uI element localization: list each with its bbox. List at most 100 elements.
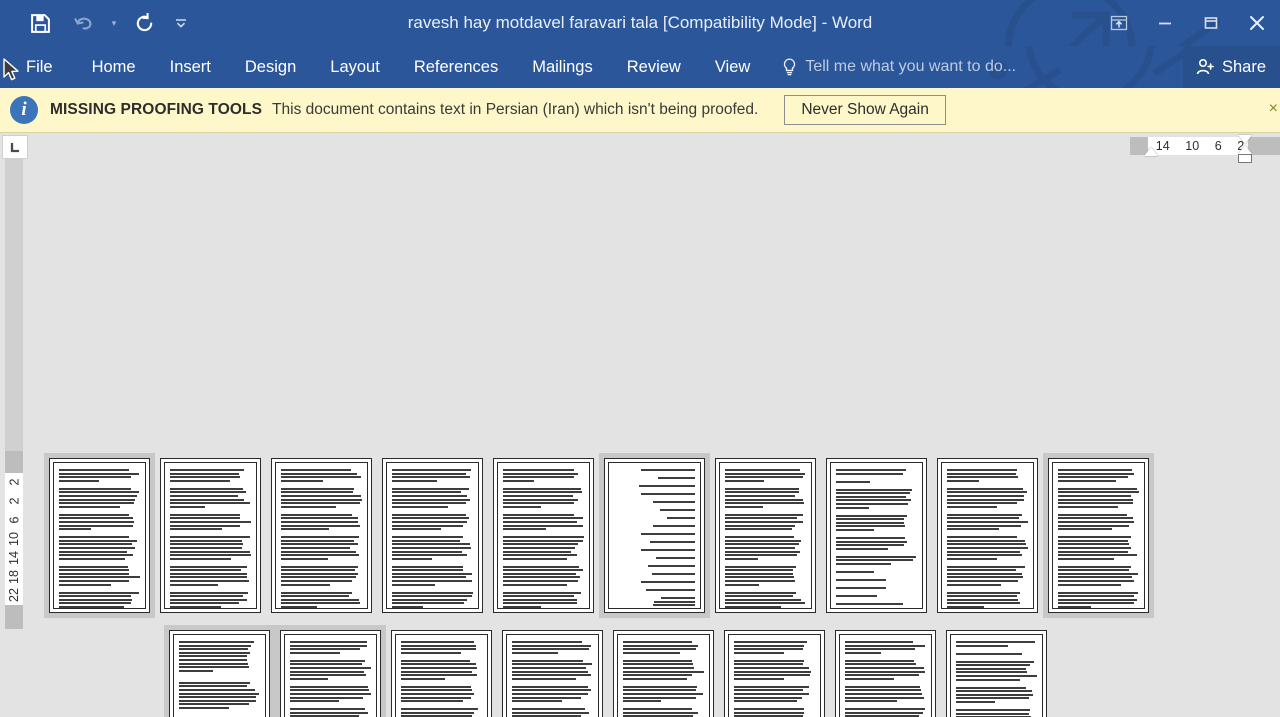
page-thumbnail-slot[interactable] xyxy=(488,453,599,618)
page-thumbnail-slot[interactable] xyxy=(497,625,608,717)
page-thumbnail[interactable] xyxy=(382,458,483,613)
text-line xyxy=(59,595,131,598)
page-thumbnail[interactable] xyxy=(169,630,270,717)
vertical-ruler-margin-bottom xyxy=(5,605,23,629)
text-line xyxy=(392,606,423,608)
close-button[interactable] xyxy=(1234,0,1280,46)
text-line xyxy=(725,539,802,542)
page-thumbnail-slot[interactable] xyxy=(44,453,155,618)
ribbon-display-options-button[interactable] xyxy=(1096,0,1142,46)
page-thumbnail[interactable] xyxy=(271,458,372,613)
text-line xyxy=(170,576,247,579)
page-thumbnail[interactable] xyxy=(946,630,1047,717)
text-line xyxy=(59,557,125,560)
horizontal-ruler[interactable]: 14 10 6 2 xyxy=(1130,133,1280,163)
title-bar: ▾ ravesh hay motdavel faravari tala [Com… xyxy=(0,0,1280,46)
page-thumbnail-grid[interactable] xyxy=(44,453,1266,717)
ribbon-tabs[interactable]: File Home Insert Design Layout Reference… xyxy=(0,46,767,88)
page-thumbnail[interactable] xyxy=(160,458,261,613)
page-thumbnail[interactable] xyxy=(613,630,714,717)
text-block xyxy=(614,485,695,487)
text-line xyxy=(845,674,920,677)
text-line xyxy=(170,469,245,471)
tab-view[interactable]: View xyxy=(698,46,767,88)
page-thumbnail-slot[interactable] xyxy=(164,625,275,717)
page-thumbnail[interactable] xyxy=(835,630,936,717)
left-indent-marker[interactable] xyxy=(1144,147,1158,156)
page-thumbnail-slot[interactable] xyxy=(941,625,1052,717)
text-line xyxy=(179,641,255,643)
undo-button[interactable] xyxy=(62,3,106,43)
first-line-indent-marker[interactable] xyxy=(1238,135,1252,144)
ribbon-tab-bar[interactable]: File Home Insert Design Layout Reference… xyxy=(0,46,1280,88)
message-bar-close-icon[interactable]: × xyxy=(1269,100,1278,118)
page-thumbnail[interactable] xyxy=(280,630,381,717)
maximize-button[interactable] xyxy=(1188,0,1234,46)
page-thumbnail[interactable] xyxy=(49,458,150,613)
page-thumbnail-slot[interactable] xyxy=(821,453,932,618)
undo-dropdown-arrow[interactable]: ▾ xyxy=(106,3,122,43)
page-thumbnail[interactable] xyxy=(604,458,705,613)
page-thumbnail[interactable] xyxy=(724,630,825,717)
tab-layout[interactable]: Layout xyxy=(313,46,397,88)
page-thumbnail-slot[interactable] xyxy=(275,625,386,717)
page-thumbnail-slot[interactable] xyxy=(155,453,266,618)
tab-references[interactable]: References xyxy=(397,46,515,88)
page-thumbnail[interactable] xyxy=(937,458,1038,613)
page-thumbnail-slot[interactable] xyxy=(719,625,830,717)
page-thumbnail-slot[interactable] xyxy=(830,625,941,717)
text-line xyxy=(836,499,912,502)
page-thumbnail[interactable] xyxy=(391,630,492,717)
tab-insert[interactable]: Insert xyxy=(153,46,228,88)
customize-qat-button[interactable] xyxy=(166,3,196,43)
text-line xyxy=(1058,543,1130,546)
text-line xyxy=(734,648,804,651)
text-line xyxy=(1058,505,1118,508)
text-block xyxy=(290,641,371,654)
save-button[interactable] xyxy=(18,3,62,43)
tab-home[interactable]: Home xyxy=(75,46,153,88)
window-controls[interactable] xyxy=(1096,0,1280,46)
page-thumbnail-slot[interactable] xyxy=(710,453,821,618)
tab-review[interactable]: Review xyxy=(610,46,698,88)
text-block xyxy=(614,469,695,471)
page-thumbnail[interactable] xyxy=(1048,458,1149,613)
share-button[interactable]: Share xyxy=(1182,46,1280,88)
tab-file[interactable]: File xyxy=(0,46,75,88)
page-thumbnail[interactable] xyxy=(715,458,816,613)
page-thumbnail-slot[interactable] xyxy=(1043,453,1154,618)
document-workspace[interactable]: 14 10 6 2 2 2 6 10 14 18 22 xyxy=(0,133,1280,717)
page-thumbnail-slot[interactable] xyxy=(266,453,377,618)
tab-design[interactable]: Design xyxy=(228,46,313,88)
text-line xyxy=(512,670,589,673)
text-block xyxy=(392,487,473,508)
text-line xyxy=(725,580,796,583)
right-indent-marker[interactable] xyxy=(1238,154,1252,163)
page-thumbnail-slot[interactable] xyxy=(932,453,1043,618)
page-thumbnail[interactable] xyxy=(826,458,927,613)
tab-mailings[interactable]: Mailings xyxy=(515,46,610,88)
text-block xyxy=(281,513,362,531)
page-thumbnail-slot[interactable] xyxy=(386,625,497,717)
never-show-again-button[interactable]: Never Show Again xyxy=(784,95,946,125)
page-thumbnail[interactable] xyxy=(502,630,603,717)
page-thumbnail[interactable] xyxy=(493,458,594,613)
page-thumbnail-slot[interactable] xyxy=(599,453,710,618)
page-thumbnail-slot[interactable] xyxy=(377,453,488,618)
page-thumbnail-slot[interactable] xyxy=(608,625,719,717)
text-line xyxy=(401,685,472,688)
tell-me-search[interactable]: Tell me what you want to do... xyxy=(767,46,1030,88)
hanging-indent-marker[interactable] xyxy=(1238,145,1252,154)
minimize-button[interactable] xyxy=(1142,0,1188,46)
text-line xyxy=(392,595,472,598)
text-line xyxy=(956,693,1033,696)
tab-stop-selector[interactable] xyxy=(2,135,28,159)
text-block xyxy=(614,565,695,567)
redo-button[interactable] xyxy=(122,3,166,43)
text-line xyxy=(512,663,592,666)
quick-access-toolbar[interactable]: ▾ xyxy=(0,0,196,46)
text-line xyxy=(170,476,241,479)
text-line xyxy=(1058,502,1133,505)
text-block xyxy=(836,488,917,509)
text-block xyxy=(836,570,917,573)
